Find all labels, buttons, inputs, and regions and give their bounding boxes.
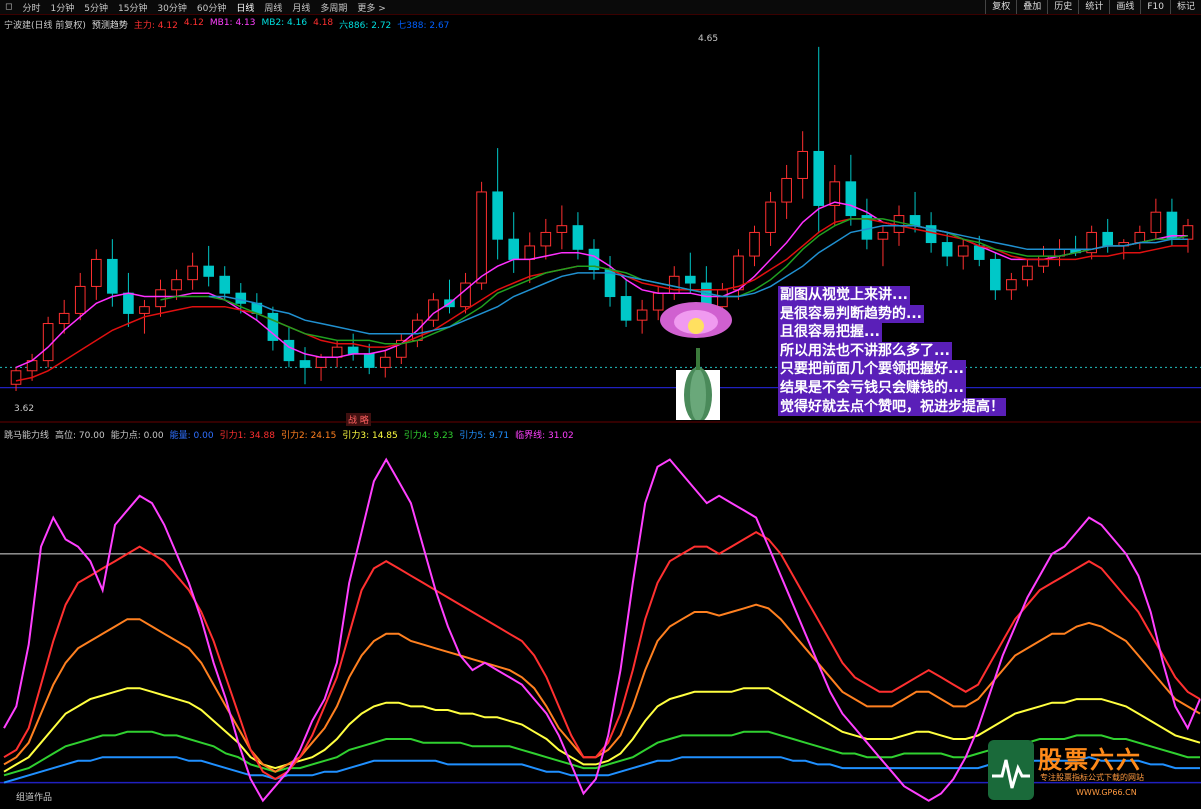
candle-body	[845, 181, 857, 217]
legend-item: 引力5: 9.71	[459, 431, 510, 441]
note-line: 结果是不会亏钱只会赚钱的...	[778, 378, 966, 398]
candle-body	[203, 265, 214, 277]
candle-body	[1006, 279, 1017, 291]
signal-label: 战 略	[346, 413, 371, 426]
candle-body	[524, 245, 536, 260]
candle-body	[893, 215, 905, 233]
price-low-label: 3.62	[14, 404, 35, 414]
candle-body	[684, 275, 696, 284]
author-tag: 组道作品	[16, 793, 53, 803]
candle-body	[315, 356, 327, 368]
candle-body	[492, 191, 503, 240]
candle-body	[781, 177, 792, 203]
candle-body	[155, 289, 166, 308]
candle-body	[90, 258, 102, 287]
candle-body	[58, 312, 70, 325]
candle-body	[476, 191, 487, 284]
candle-body	[219, 275, 231, 294]
legend-item: 能量: 0.00	[169, 431, 214, 441]
candle-body	[187, 265, 198, 281]
osc-legend-items: 高位: 70.00 能力点: 0.00 能量: 0.00 引力1: 34.88 引力2:…	[55, 428, 574, 441]
candle-body	[957, 245, 969, 257]
legend-item: 引力4: 9.23	[403, 431, 454, 441]
note-line: 副图从视觉上来讲...	[778, 286, 910, 305]
price-high-label: 4.65	[698, 34, 719, 44]
candle-body	[379, 356, 391, 368]
candle-body	[1102, 231, 1114, 247]
oscillator-legend: 跳马能力线 高位: 70.00 能力点: 0.00 能量: 0.00 引力1: 34.…	[4, 428, 574, 441]
candle-body	[556, 225, 568, 233]
candle-body	[1134, 231, 1146, 244]
candle-body	[941, 242, 953, 257]
candle-body	[123, 292, 134, 314]
legend-item: 引力1: 34.88	[219, 431, 275, 441]
candle-body	[620, 296, 632, 321]
candle-body	[813, 150, 825, 206]
site-watermark: 股票六六 专注股票指标公式下载的网站 WWW.GP66.CN	[988, 738, 1198, 804]
legend-item: 引力3: 14.85	[342, 431, 398, 441]
candle-body	[909, 215, 921, 227]
candle-body	[749, 231, 760, 257]
candle-body	[42, 323, 54, 362]
chart-app: ◻ 分时 1分钟 5分钟 15分钟 30分钟 60分钟 日线 周线 月线 多周期 更多 > 复权 叠加…	[0, 0, 1201, 809]
candle-body	[877, 231, 889, 240]
candle-body	[331, 346, 343, 358]
site-logo-icon	[988, 740, 1034, 800]
candle-body	[171, 279, 182, 291]
candle-body	[1038, 255, 1049, 267]
legend-item: 引力2: 24.15	[280, 431, 337, 441]
candle-body	[10, 370, 22, 385]
watermark-url: WWW.GP66.CN	[1076, 788, 1137, 797]
candle-body	[299, 360, 311, 368]
candle-body	[508, 238, 520, 260]
osc-name: 跳马能力线	[4, 431, 50, 441]
legend-item: 临界线: 31.02	[515, 431, 574, 441]
candle-body	[572, 225, 584, 250]
note-line: 所以用法也不讲那么多了...	[778, 341, 952, 361]
candle-body	[107, 258, 118, 294]
candle-body	[1022, 265, 1033, 281]
note-line: 是很容易判断趋势的...	[778, 304, 924, 324]
candle-body	[74, 285, 86, 314]
legend-item: 能力点: 0.00	[110, 431, 164, 441]
watermark-subtitle: 专注股票指标公式下载的网站	[1040, 773, 1144, 782]
note-line: 且很容易把握...	[778, 323, 882, 342]
candle-body	[1150, 211, 1162, 233]
legend-item: 高位: 70.00	[55, 431, 105, 441]
candle-body	[139, 306, 150, 314]
flower-illustration	[660, 302, 732, 420]
candle-body	[765, 201, 776, 233]
candle-body	[540, 231, 552, 247]
candle-body	[363, 353, 375, 368]
candle-body	[347, 346, 359, 355]
watermark-title: 股票六六	[1038, 746, 1142, 774]
candlestick-chart	[0, 46, 1201, 803]
candle-body	[797, 150, 808, 179]
annotation-note: 副图从视觉上来讲... 是很容易判断趋势的... 且很容易把握... 所以用法也…	[778, 286, 1006, 417]
candle-body	[235, 292, 247, 304]
moving-average-line	[15, 218, 1188, 382]
candle-body	[636, 309, 648, 321]
note-line: 只要把前面几个要领把握好...	[778, 360, 966, 379]
note-line: 觉得好就去点个赞吧，祝进步提高！	[778, 397, 1006, 417]
